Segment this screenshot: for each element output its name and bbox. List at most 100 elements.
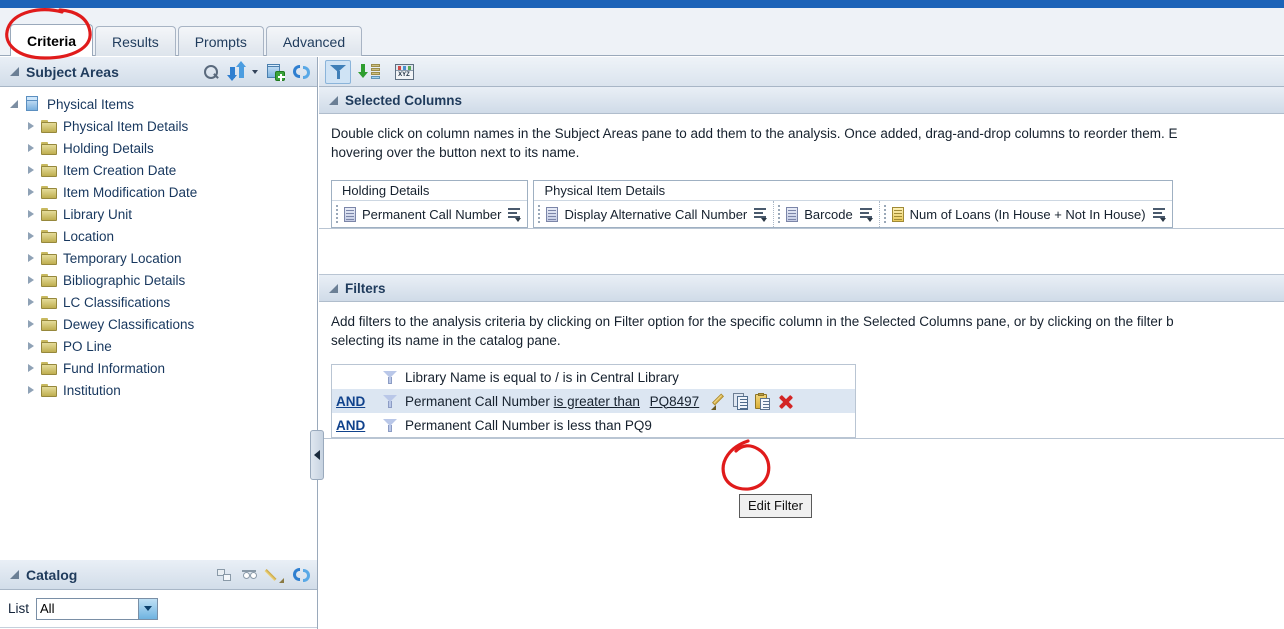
sort-button[interactable] — [358, 60, 384, 84]
collapse-twisty-icon[interactable] — [10, 67, 19, 76]
column-options-icon[interactable] — [508, 207, 522, 222]
expand-icon[interactable] — [28, 364, 34, 372]
drag-handle[interactable] — [883, 205, 887, 223]
selected-column-pill[interactable]: Num of Loans (In House + Not In House) — [879, 201, 1172, 227]
tree-folder-item[interactable]: Item Creation Date — [10, 159, 317, 181]
column-options-icon[interactable] — [859, 207, 874, 222]
expand-icon[interactable] — [28, 144, 34, 152]
expand-icon[interactable] — [28, 254, 34, 262]
filters-help-line1: Add filters to the analysis criteria by … — [331, 314, 1174, 329]
expand-icon[interactable] — [28, 386, 34, 394]
selected-column-pill[interactable]: Display Alternative Call Number — [534, 201, 775, 227]
selected-column-pill[interactable]: Barcode — [774, 201, 880, 227]
chevron-down-icon[interactable] — [252, 70, 258, 74]
filter-conjunction-link[interactable]: AND — [336, 418, 382, 433]
filter-icon — [329, 64, 347, 80]
list-select-wrapper[interactable]: All — [36, 597, 159, 620]
catalog-title: Catalog — [26, 566, 78, 583]
tree-folder-item[interactable]: Physical Item Details — [10, 115, 317, 137]
selected-columns-help-line1: Double click on column names in the Subj… — [331, 126, 1178, 141]
filter-row[interactable]: AND Permanent Call Number is greater than… — [332, 389, 855, 413]
tree-folder-item[interactable]: Fund Information — [10, 357, 317, 379]
filter-row[interactable]: AND Permanent Call Number is less than PQ… — [332, 413, 855, 437]
selected-column-pill[interactable]: Permanent Call Number — [332, 201, 528, 227]
drag-handle[interactable] — [336, 205, 339, 223]
tab-advanced[interactable]: Advanced — [265, 26, 363, 56]
expand-icon[interactable] — [10, 100, 18, 108]
folder-icon — [41, 163, 57, 177]
view-icon[interactable] — [242, 568, 259, 582]
expand-icon[interactable] — [28, 276, 34, 284]
catalog-refresh-icon[interactable] — [293, 567, 310, 583]
expand-icon[interactable] — [28, 188, 34, 196]
search-icon[interactable] — [204, 64, 219, 80]
selected-columns-help-line2: hovering over the button next to its nam… — [331, 145, 580, 160]
edit-filter-icon[interactable] — [709, 392, 727, 410]
add-subject-area-icon[interactable] — [267, 64, 285, 81]
tree-folder-label: LC Classifications — [63, 294, 171, 310]
filter-conjunction-link[interactable]: AND — [336, 394, 382, 409]
delete-filter-icon[interactable] — [777, 393, 794, 410]
tree-node-physical-items[interactable]: Physical Items — [10, 93, 317, 115]
paste-filter-icon[interactable] — [755, 392, 771, 410]
sort-icon[interactable] — [227, 61, 250, 81]
filter-column: Permanent Call Number — [405, 393, 550, 409]
selected-columns-twisty-icon[interactable] — [329, 95, 338, 105]
refresh-icon[interactable] — [293, 64, 310, 80]
tab-prompts[interactable]: Prompts — [177, 26, 264, 56]
list-select[interactable]: All — [36, 597, 159, 620]
tab-results[interactable]: Results — [95, 26, 176, 56]
filter-operator[interactable]: is greater than — [554, 394, 640, 409]
subject-areas-toolbar — [204, 57, 310, 87]
catalog-toolbar — [217, 560, 310, 590]
measure-column-icon — [891, 206, 904, 222]
drag-handle[interactable] — [538, 205, 541, 223]
new-object-icon[interactable] — [217, 568, 233, 583]
tree-folder-item[interactable]: Institution — [10, 379, 317, 401]
expand-icon[interactable] — [28, 210, 34, 218]
tree-folder-item[interactable]: Location — [10, 225, 317, 247]
tree-folder-item[interactable]: LC Classifications — [10, 291, 317, 313]
filters-twisty-icon[interactable] — [329, 283, 338, 293]
filter-row[interactable]: Library Name is equal to / is in Central… — [332, 365, 855, 389]
tree-folder-item[interactable]: PO Line — [10, 335, 317, 357]
tree-folder-label: Location — [63, 228, 115, 244]
subject-areas-header: Subject Areas — [0, 57, 317, 87]
tree-folder-item[interactable]: Temporary Location — [10, 247, 317, 269]
drag-handle[interactable] — [778, 205, 781, 223]
tab-criteria[interactable]: Criteria — [10, 24, 94, 56]
filter-column: Library Name — [405, 369, 487, 385]
selected-columns-section: Selected Columns Double click on column … — [319, 87, 1284, 229]
folder-icon — [41, 295, 57, 309]
pane-splitter-collapse[interactable] — [310, 430, 324, 480]
tree-folder-item[interactable]: Item Modification Date — [10, 181, 317, 203]
tree-node-label: Physical Items — [47, 96, 135, 112]
tree-folder-item[interactable]: Holding Details — [10, 137, 317, 159]
expand-icon[interactable] — [28, 298, 34, 306]
edit-icon[interactable] — [264, 567, 284, 583]
variables-button[interactable]: XYZ — [391, 60, 417, 84]
tree-folder-item[interactable]: Dewey Classifications — [10, 313, 317, 335]
catalog-pane: Catalog List All — [0, 560, 317, 629]
column-options-icon[interactable] — [1152, 207, 1167, 222]
filter-expression: Library Name is equal to / is in Central… — [405, 370, 679, 385]
expand-icon[interactable] — [28, 320, 34, 328]
folder-icon — [41, 339, 57, 353]
expand-icon[interactable] — [28, 232, 34, 240]
expand-icon[interactable] — [28, 122, 34, 130]
folder-icon — [41, 229, 57, 243]
column-options-icon[interactable] — [754, 207, 768, 222]
expand-icon[interactable] — [28, 342, 34, 350]
filter-button[interactable] — [325, 59, 351, 84]
sort-control[interactable] — [227, 61, 258, 81]
filter-value[interactable]: PQ8497 — [650, 394, 700, 409]
copy-filter-icon[interactable] — [733, 392, 749, 410]
expand-icon[interactable] — [28, 166, 34, 174]
top-app-bar — [0, 0, 1284, 8]
attribute-column-icon — [344, 206, 356, 222]
filter-actions — [709, 392, 794, 410]
catalog-collapse-twisty-icon[interactable] — [10, 570, 19, 579]
filter-expression: Permanent Call Number is greater than PQ… — [405, 394, 699, 409]
tree-folder-item[interactable]: Bibliographic Details — [10, 269, 317, 291]
tree-folder-item[interactable]: Library Unit — [10, 203, 317, 225]
